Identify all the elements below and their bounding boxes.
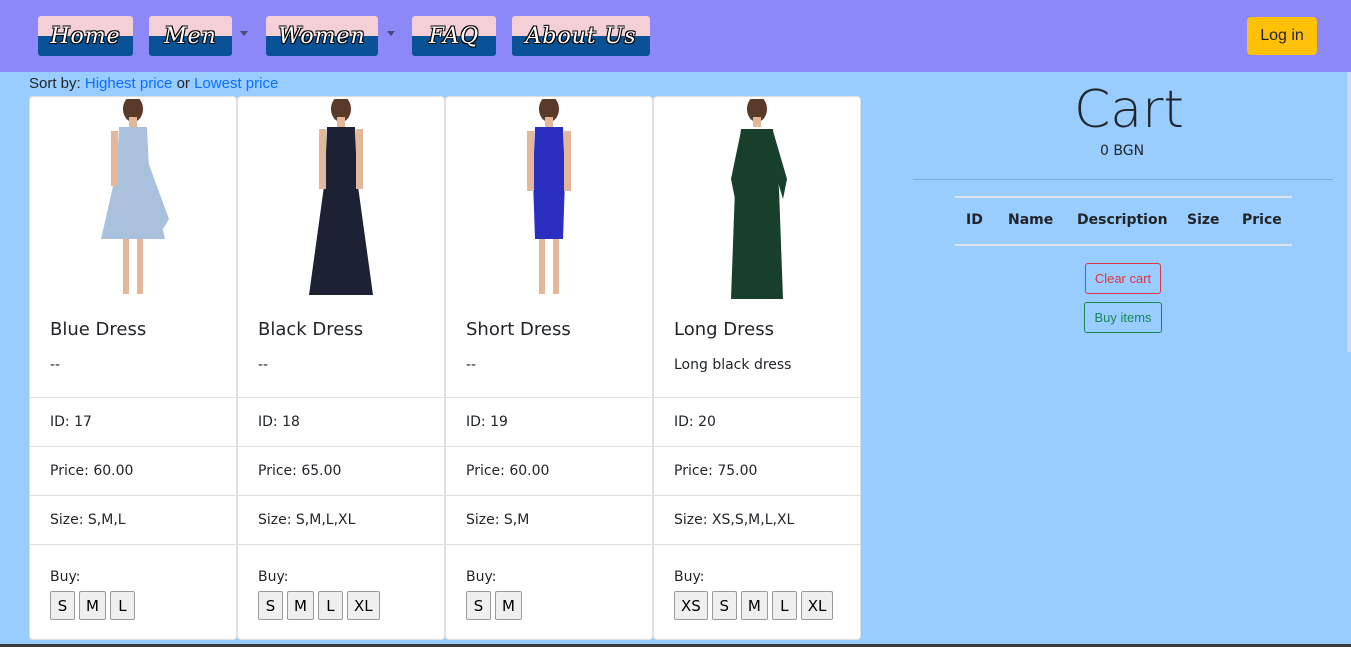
size-button-s[interactable]: S <box>466 591 491 620</box>
product-title: Long Dress <box>674 319 774 340</box>
sort-prefix: Sort by: <box>29 75 81 92</box>
nav-about-us-button[interactable]: About Us <box>512 16 650 56</box>
sort-lowest-link[interactable]: Lowest price <box>194 75 278 92</box>
size-buttons: S M L XL <box>258 591 380 620</box>
buy-label: Buy: <box>50 569 81 585</box>
product-card: Long Dress Long black dress ID: 20 Price: 7… <box>653 96 861 640</box>
size-button-xs[interactable]: XS <box>674 591 708 620</box>
size-button-s[interactable]: S <box>50 591 75 620</box>
product-id: ID: 18 <box>238 397 444 446</box>
product-description: -- <box>50 357 61 373</box>
product-card: Blue Dress -- ID: 17 Price: 60.00 Size: S,M,… <box>29 96 237 640</box>
product-sizes: Size: S,M,L <box>30 495 236 544</box>
sort-highest-link[interactable]: Highest price <box>85 75 173 92</box>
size-button-xl[interactable]: XL <box>800 591 834 620</box>
login-button[interactable]: Log in <box>1247 17 1317 55</box>
buy-section-divider <box>654 544 860 545</box>
buy-items-button[interactable]: Buy items <box>1084 302 1162 333</box>
cart-divider <box>913 179 1333 180</box>
product-description: Long black dress <box>674 357 792 373</box>
buy-label: Buy: <box>258 569 289 585</box>
size-button-m[interactable]: M <box>495 591 522 620</box>
product-price: Price: 60.00 <box>30 446 236 495</box>
product-card: Black Dress -- ID: 18 Price: 65.00 Size: S,M… <box>237 96 445 640</box>
product-sizes: Size: S,M <box>446 495 652 544</box>
product-id: ID: 19 <box>446 397 652 446</box>
product-price: Price: 75.00 <box>654 446 860 495</box>
product-sizes: Size: S,M,L,XL <box>238 495 444 544</box>
product-card: Short Dress -- ID: 19 Price: 60.00 Size: S,M… <box>445 96 653 640</box>
product-description: -- <box>466 357 477 373</box>
size-buttons: XS S M L XL <box>674 591 834 620</box>
nav-home-button[interactable]: Home <box>38 16 133 56</box>
scrollbar[interactable] <box>1347 72 1351 352</box>
cart-title: Cart <box>1074 80 1184 140</box>
size-button-l[interactable]: L <box>109 591 135 620</box>
size-button-s[interactable]: S <box>258 591 283 620</box>
size-button-m[interactable]: M <box>79 591 106 620</box>
product-image <box>446 97 652 299</box>
product-id: ID: 17 <box>30 397 236 446</box>
size-button-l[interactable]: L <box>317 591 343 620</box>
women-dropdown-caret-icon[interactable] <box>387 31 395 36</box>
product-title: Blue Dress <box>50 319 147 340</box>
size-buttons: SM <box>466 591 522 620</box>
buy-section-divider <box>446 544 652 545</box>
cart-total: 0 BGN <box>1100 143 1145 159</box>
buy-label: Buy: <box>674 569 705 585</box>
cart-col-description: Description <box>1077 212 1168 228</box>
product-sizes: Size: XS,S,M,L,XL <box>654 495 860 544</box>
cart-col-id: ID <box>966 212 983 228</box>
product-id: ID: 20 <box>654 397 860 446</box>
men-dropdown-caret-icon[interactable] <box>240 31 248 36</box>
nav-faq-button[interactable]: FAQ <box>412 16 496 56</box>
size-button-l[interactable]: L <box>771 591 797 620</box>
nav-men-button[interactable]: Men <box>149 16 232 56</box>
product-image <box>30 97 236 299</box>
size-buttons: SML <box>50 591 135 620</box>
product-price: Price: 60.00 <box>446 446 652 495</box>
buy-section-divider <box>238 544 444 545</box>
sort-or-text: or <box>176 75 190 92</box>
buy-section-divider <box>30 544 236 545</box>
cart-table-top-border <box>955 196 1292 198</box>
size-button-xl[interactable]: XL <box>346 591 380 620</box>
buy-label: Buy: <box>466 569 497 585</box>
size-button-m[interactable]: M <box>287 591 314 620</box>
cart-col-size: Size <box>1187 212 1220 228</box>
product-description: -- <box>258 357 269 373</box>
clear-cart-button[interactable]: Clear cart <box>1085 263 1161 294</box>
nav-women-button[interactable]: Women <box>266 16 378 56</box>
cart-col-price: Price <box>1242 212 1282 228</box>
product-title: Black Dress <box>258 319 364 340</box>
product-image <box>654 97 860 299</box>
product-price: Price: 65.00 <box>238 446 444 495</box>
navbar: Home Men Women FAQ About Us Log in <box>0 0 1351 72</box>
size-button-m[interactable]: M <box>740 591 768 620</box>
sort-bar: Sort by: Highest price or Lowest price <box>29 75 278 92</box>
cart-table-bottom-border <box>955 244 1292 246</box>
product-title: Short Dress <box>466 319 571 340</box>
cart-col-name: Name <box>1008 212 1054 228</box>
size-button-s[interactable]: S <box>711 591 737 620</box>
product-image <box>238 97 444 299</box>
